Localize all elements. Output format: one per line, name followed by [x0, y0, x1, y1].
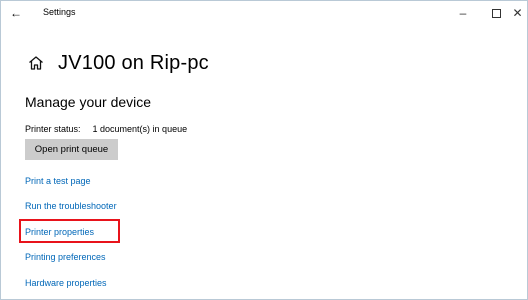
page-header: JV100 on Rip-pc — [25, 49, 209, 77]
home-icon[interactable] — [25, 52, 47, 74]
back-arrow-icon[interactable]: ← — [5, 4, 27, 22]
close-button[interactable]: ✕ — [508, 1, 527, 25]
hardware-properties-link[interactable]: Hardware properties — [25, 278, 107, 288]
settings-window: ← Settings – ✕ JV100 on Rip-pc Manage yo… — [0, 0, 528, 300]
minimize-button[interactable]: – — [446, 1, 480, 25]
highlight-annotation-box — [19, 219, 120, 243]
printer-status: Printer status: 1 document(s) in queue — [25, 124, 187, 134]
run-troubleshooter-link[interactable]: Run the troubleshooter — [25, 201, 117, 211]
maximize-icon — [491, 8, 501, 18]
open-print-queue-button[interactable]: Open print queue — [25, 139, 118, 160]
status-value: 1 document(s) in queue — [92, 124, 188, 134]
app-title: Settings — [43, 7, 76, 17]
print-test-page-link[interactable]: Print a test page — [25, 176, 91, 186]
title-bar: ← Settings – ✕ — [1, 1, 527, 25]
section-title: Manage your device — [25, 94, 152, 110]
printing-preferences-link[interactable]: Printing preferences — [25, 252, 106, 262]
page-title: JV100 on Rip-pc — [58, 51, 209, 74]
status-label: Printer status: — [25, 124, 81, 134]
